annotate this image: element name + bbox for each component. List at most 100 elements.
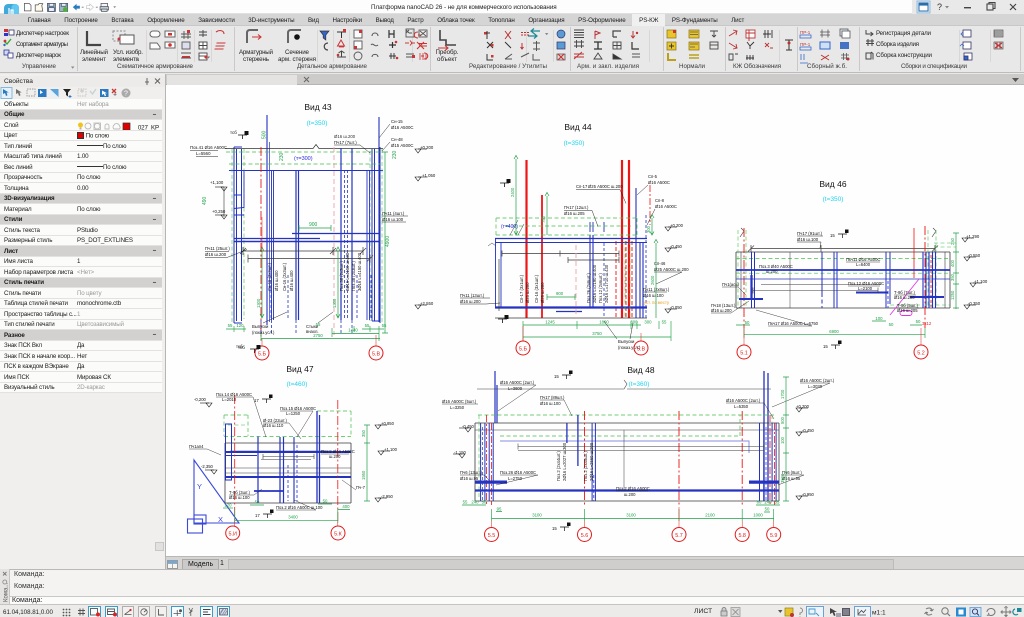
svg-text:5.Б: 5.Б xyxy=(258,352,266,358)
svg-text:арм. стержня: арм. стержня xyxy=(278,56,316,63)
svg-text:Кома...: Кома... xyxy=(4,582,10,602)
svg-text:Сн-15 (2х3шт.): Сн-15 (2х3шт.) xyxy=(267,262,272,291)
svg-text:Сортамент арматуры: Сортамент арматуры xyxy=(16,41,69,48)
svg-text:элемента: элемента xyxy=(113,56,140,63)
svg-text:Пкч17 Ø16 А500С L=6750: Пкч17 Ø16 А500С L=6750 xyxy=(768,321,819,326)
svg-text:тсб: тсб xyxy=(238,345,245,350)
svg-text:(t=360): (t=360) xyxy=(629,381,650,388)
svg-text:L=5350: L=5350 xyxy=(734,404,749,409)
svg-text:17: 17 xyxy=(255,513,260,518)
svg-text:900: 900 xyxy=(309,222,318,228)
svg-text:1300: 1300 xyxy=(256,298,261,308)
svg-text:1440: 1440 xyxy=(348,328,358,333)
svg-text:Ø25 ш.200: Ø25 ш.200 xyxy=(525,282,530,303)
svg-text:Ø16 ш.100: Ø16 ш.100 xyxy=(797,237,819,242)
svg-text:100: 100 xyxy=(780,436,785,444)
svg-text:Преобр.: Преобр. xyxy=(436,49,459,56)
svg-text:2600: 2600 xyxy=(650,275,655,285)
svg-text:3500: 3500 xyxy=(780,473,785,483)
svg-text:Вид 44: Вид 44 xyxy=(564,122,591,132)
svg-text:Ø16 А500С (2шт.): Ø16 А500С (2шт.) xyxy=(726,398,761,403)
svg-text:15: 15 xyxy=(552,526,557,531)
svg-text:Пч11 (4шт.): Пч11 (4шт.) xyxy=(382,211,405,216)
svg-text:230: 230 xyxy=(392,150,398,159)
svg-text:5.В: 5.В xyxy=(637,347,645,353)
svg-text:5.8: 5.8 xyxy=(738,533,746,539)
svg-text:5.В: 5.В xyxy=(372,352,380,358)
svg-text:55: 55 xyxy=(228,323,233,328)
svg-text:м1:1: м1:1 xyxy=(872,610,886,617)
svg-text:Пч11 (25шт.): Пч11 (25шт.) xyxy=(205,246,230,251)
svg-text:Поз.26 Ø16 А500С: Поз.26 Ø16 А500С xyxy=(500,470,536,475)
svg-text:240: 240 xyxy=(471,500,479,505)
svg-text:внахл.: внахл. xyxy=(306,329,319,334)
svg-text:2Ø16 L=4150 ш.430: 2Ø16 L=4150 ш.430 xyxy=(345,252,350,291)
svg-text:ПР-1: ПР-1 xyxy=(800,42,811,47)
svg-text:Пч17 (91шт.): Пч17 (91шт.) xyxy=(797,231,823,236)
svg-text:Сн-16 (2х3шт.): Сн-16 (2х3шт.) xyxy=(282,262,287,291)
svg-text:2400: 2400 xyxy=(510,187,515,197)
svg-text:L=1250: L=1250 xyxy=(286,411,301,416)
svg-text:300: 300 xyxy=(630,320,638,325)
svg-text:5.2: 5.2 xyxy=(917,351,925,357)
svg-text:?: ? xyxy=(937,2,942,12)
svg-text:Управление: Управление xyxy=(22,63,57,70)
svg-text:3750: 3750 xyxy=(592,331,602,336)
svg-text:900: 900 xyxy=(556,291,564,296)
svg-text:5.7: 5.7 xyxy=(675,533,683,539)
svg-text:50: 50 xyxy=(745,320,750,325)
svg-text:3100: 3100 xyxy=(532,513,542,518)
svg-text:Пч17 (7шт.): Пч17 (7шт.) xyxy=(334,140,357,145)
svg-text:1950: 1950 xyxy=(361,470,366,480)
svg-text:Поз.38 (2х3шт.): Поз.38 (2х3шт.) xyxy=(351,261,356,291)
svg-text:Ø16 ш.400: Ø16 ш.400 xyxy=(289,270,294,291)
svg-text:80: 80 xyxy=(757,500,762,505)
svg-text:3Ø16 L=4150 ш.400: 3Ø16 L=4150 ш.400 xyxy=(357,252,362,291)
svg-text:Ø16 ш.100: Ø16 ш.100 xyxy=(229,495,250,500)
svg-text:Диспетчер настроек: Диспетчер настроек xyxy=(16,30,69,37)
svg-text:Ø16 ш.95: Ø16 ш.95 xyxy=(460,476,479,481)
svg-text:15: 15 xyxy=(554,374,559,379)
svg-text:Сборка изделия: Сборка изделия xyxy=(876,41,919,48)
svg-text:Ø16 А500С (2шт.): Ø16 А500С (2шт.) xyxy=(500,380,535,385)
svg-text:объект: объект xyxy=(437,56,457,63)
svg-text:350: 350 xyxy=(950,273,955,281)
svg-text:Арматурный: Арматурный xyxy=(239,49,274,56)
svg-text:Поз.2 Ø16 А500С ш.100: Поз.2 Ø16 А500С ш.100 xyxy=(276,505,323,510)
svg-text:5.Б: 5.Б xyxy=(519,347,527,353)
svg-text:Поз.2 (2х45шт.): Поз.2 (2х45шт.) xyxy=(583,451,588,481)
svg-text:500: 500 xyxy=(262,130,268,139)
svg-text:Пч-7: Пч-7 xyxy=(356,485,366,490)
svg-text:2Ø16 L=2027 ш.300: 2Ø16 L=2027 ш.300 xyxy=(562,442,567,481)
svg-text:(t=350): (t=350) xyxy=(823,196,844,203)
svg-text:Поз.12 (2х6шт.): Поз.12 (2х6шт.) xyxy=(598,273,603,303)
svg-text:Ø16 А500С (2шт.): Ø16 А500С (2шт.) xyxy=(800,378,835,383)
svg-text:Пч17 (89шт.): Пч17 (89шт.) xyxy=(540,395,565,400)
svg-text:Ø16 ш.100: Ø16 ш.100 xyxy=(643,293,664,298)
svg-text:Усл. изобр.: Усл. изобр. xyxy=(113,49,143,56)
svg-text:17: 17 xyxy=(254,398,259,403)
svg-text:1245: 1245 xyxy=(545,320,555,325)
svg-text:Ø16 ш.400: Ø16 ш.400 xyxy=(274,270,279,291)
svg-text:55: 55 xyxy=(382,323,387,328)
svg-text:Схематичное армирование: Схематичное армирование xyxy=(117,63,194,70)
svg-text:Нормали: Нормали xyxy=(679,63,706,70)
svg-text:Ø16 А500С: Ø16 А500С xyxy=(391,125,413,130)
svg-text:400: 400 xyxy=(950,259,955,267)
svg-text:ш.200: ш.200 xyxy=(766,269,778,274)
svg-text:50: 50 xyxy=(482,500,487,505)
svg-text:1700: 1700 xyxy=(780,389,785,399)
svg-text:5.И: 5.И xyxy=(229,532,237,538)
svg-text:3х12: 3х12 xyxy=(922,321,932,326)
svg-text:4900: 4900 xyxy=(385,236,391,247)
svg-text:Выпуски: Выпуски xyxy=(618,339,635,344)
svg-text:Пч11 (13шт.): Пч11 (13шт.) xyxy=(460,293,485,298)
svg-text:(t=460): (t=460) xyxy=(287,381,308,388)
svg-text:3100: 3100 xyxy=(626,513,636,518)
svg-text:Ø16 ш.200: Ø16 ш.200 xyxy=(894,295,915,300)
svg-text:250: 250 xyxy=(950,237,955,245)
svg-text:55: 55 xyxy=(365,323,370,328)
svg-text:(t=350): (t=350) xyxy=(564,140,585,147)
svg-text:2Ø16 L=2190 ш.400: 2Ø16 L=2190 ш.400 xyxy=(592,264,597,303)
svg-text:Ø16 ш.100: Ø16 ш.100 xyxy=(382,217,404,222)
